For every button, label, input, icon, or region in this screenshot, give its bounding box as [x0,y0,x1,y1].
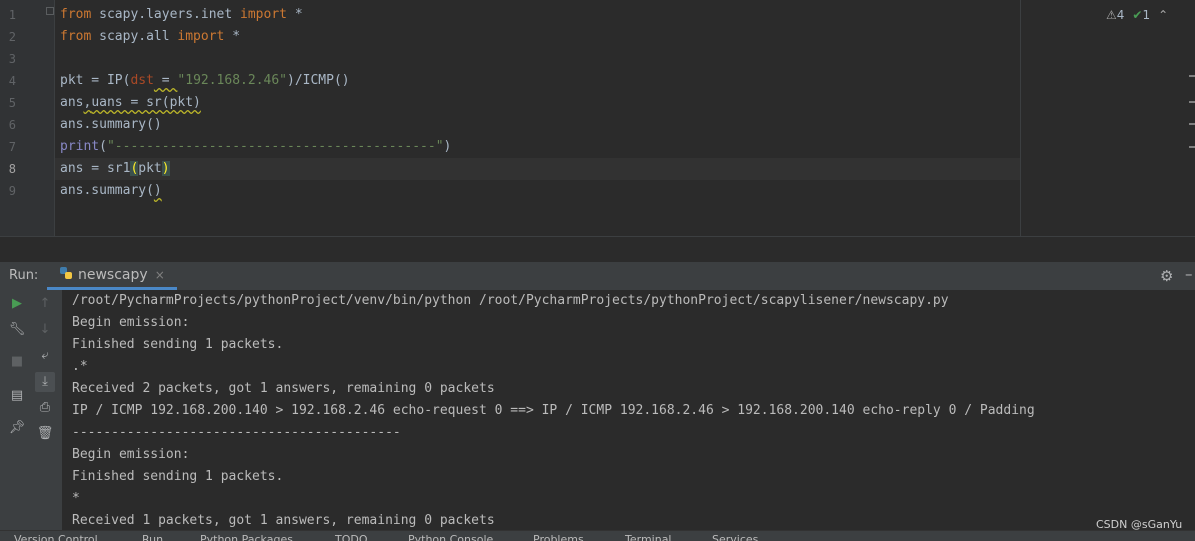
inspection-widget[interactable]: ⚠4 ✔1 ⌃ [1106,8,1168,22]
soft-wrap-icon[interactable]: ⤶ [35,346,55,366]
close-icon[interactable]: × [155,268,165,282]
stop-icon[interactable]: ■ [7,352,27,372]
run-toolstrip: ▶ ↑ 🔧︎ ↓ ■ ⤶ ⤓ ▤ ⎙ 📌︎ 🗑︎ [0,290,63,530]
watermark: CSDN @sGanYu [1096,518,1183,531]
warning-triangle-icon: ⚠ [1106,8,1117,22]
console-line: Received 2 packets, got 1 answers, remai… [72,381,495,396]
code-editor[interactable]: 1 2 3 4 5 6 7 8 9 from scapy.layers.inet… [0,0,1195,236]
run-tab-newscapy[interactable]: newscapy × [47,262,177,290]
line-number: 9 [8,184,16,198]
pin-icon[interactable]: 📌︎ [7,418,27,438]
expand-chevron-icon[interactable]: ⌃ [1158,8,1168,22]
run-panel-title: Run: [9,268,39,283]
run-tab-label: newscapy [78,266,148,283]
down-arrow-icon[interactable]: ↓ [35,320,55,340]
line-number: 3 [8,52,16,66]
code-line-7[interactable]: print("---------------------------------… [60,136,451,158]
scroll-to-end-icon[interactable]: ⤓ [35,372,55,392]
bottom-tool-window-bar: Version Control Run Python Packages TODO… [0,530,1195,541]
panel-splitter[interactable] [0,236,1195,263]
line-number: 2 [8,30,16,44]
line-number: 7 [8,140,16,154]
console-line: Finished sending 1 packets. [72,469,284,484]
code-line-8[interactable]: ans = sr1(pkt) [60,158,170,180]
scrollbar-marker[interactable] [1189,101,1195,103]
weak-warnings-indicator[interactable]: ✔1 [1132,8,1150,22]
console-line: Received 1 packets, got 1 answers, remai… [72,513,495,528]
up-arrow-icon[interactable]: ↑ [35,294,55,314]
code-line-5[interactable]: ans,uans = sr(pkt) [60,92,201,114]
console-line: ----------------------------------------… [72,425,401,440]
code-line-1[interactable]: from scapy.layers.inet import * [60,4,303,26]
wrench-icon[interactable]: 🔧︎ [7,320,27,340]
console-line: Finished sending 1 packets. [72,337,284,352]
scrollbar-marker[interactable] [1189,123,1195,125]
scrollbar-marker[interactable] [1189,75,1195,77]
print-icon[interactable]: ⎙ [35,398,55,418]
console-line: Begin emission: [72,447,190,462]
console-line: .* [72,359,88,374]
right-margin-guide [1020,0,1021,236]
console-output[interactable]: /root/PycharmProjects/pythonProject/venv… [62,290,1195,530]
python-icon [59,266,73,284]
code-line-2[interactable]: from scapy.all import * [60,26,240,48]
line-number: 1 [8,8,16,22]
warnings-indicator[interactable]: ⚠4 [1106,8,1124,22]
console-line: Begin emission: [72,315,190,330]
line-number: 4 [8,74,16,88]
scrollbar-marker[interactable] [1189,146,1195,148]
console-line: * [72,491,80,506]
minimize-icon[interactable]: – [1185,265,1193,283]
code-line-4[interactable]: pkt = IP(dst = "192.168.2.46")/ICMP() [60,70,350,92]
line-number: 5 [8,96,16,110]
line-number-gutter: 1 2 3 4 5 6 7 8 9 [0,0,55,236]
gear-icon[interactable]: ⚙ [1160,267,1173,285]
layout-icon[interactable]: ▤ [7,386,27,406]
line-number: 6 [8,118,16,132]
console-line: IP / ICMP 192.168.200.140 > 192.168.2.46… [72,403,1035,418]
console-line: /root/PycharmProjects/pythonProject/venv… [72,293,949,308]
fold-marker-icon[interactable] [46,7,54,15]
check-icon: ✔ [1132,8,1143,22]
rerun-icon[interactable]: ▶ [7,294,27,314]
current-line-highlight [55,158,1020,180]
code-line-9[interactable]: ans.summary() [60,180,162,202]
line-number-current: 8 [8,162,16,176]
trash-icon[interactable]: 🗑︎ [35,424,55,444]
run-panel-header: Run: newscapy × ⚙ – [0,262,1195,291]
code-line-6[interactable]: ans.summary() [60,114,162,136]
